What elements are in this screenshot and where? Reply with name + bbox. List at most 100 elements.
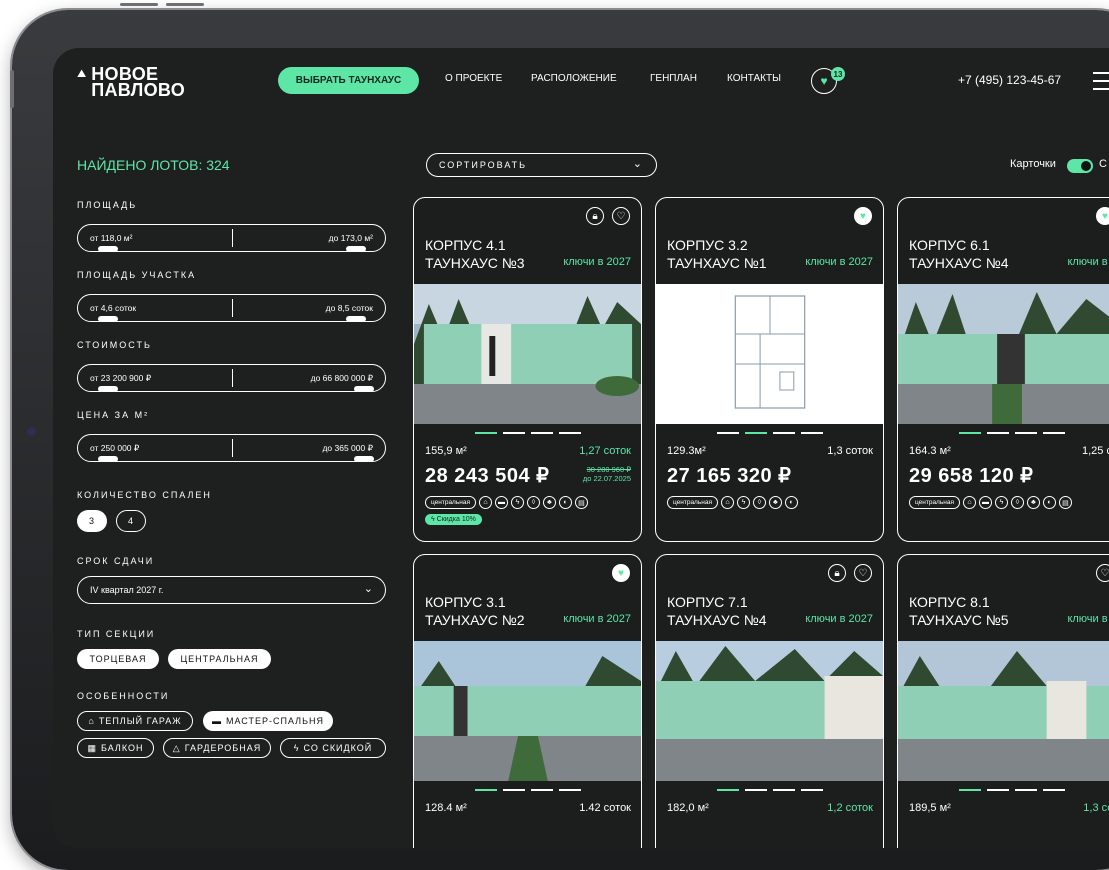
area-range-slider[interactable]: от 118,0 м² до 173,0 м²	[77, 224, 386, 252]
tree-icon: ♣	[768, 496, 782, 509]
feature-master-bedroom-chip[interactable]: ▬ МАСТЕР-СПАЛЬНЯ	[203, 711, 333, 731]
lightning-icon: ϟ	[293, 743, 300, 753]
nav-contacts[interactable]: КОНТАКТЫ	[727, 73, 781, 84]
section-central-chip[interactable]: ЦЕНТРАЛЬНАЯ	[168, 649, 271, 669]
townhouse-photo	[898, 284, 1109, 424]
nav-about[interactable]: О ПРОЕКТЕ	[445, 73, 502, 84]
slider-handle-max[interactable]	[346, 246, 366, 252]
view-icon: ◐	[1042, 496, 1056, 509]
card-plot: 1.42 соток	[579, 802, 631, 814]
choose-townhouse-button[interactable]: ВЫБРАТЬ ТАУНХАУС	[278, 67, 419, 94]
image-pagination[interactable]	[414, 789, 641, 791]
card-title: КОРПУС 8.1 ТАУНХАУС №5	[909, 594, 1009, 628]
card-plot: 1,2 соток	[827, 802, 873, 814]
card-old-price: 30 280 960 ₽ до 22.07.2025	[582, 465, 631, 483]
lot-card[interactable]: ♥ КОРПУС 6.1 ТАУНХАУС №4 ключи в 202 164…	[897, 197, 1109, 542]
feature-warm-garage-chip[interactable]: ⌂ ТЕПЛЫЙ ГАРАЖ	[77, 711, 193, 731]
heart-icon[interactable]: ♡	[1096, 564, 1109, 582]
features-label: ОСОБЕННОСТИ	[77, 691, 170, 701]
heart-icon[interactable]: ♡	[612, 207, 630, 225]
range-from: от 23 200 900 ₽	[90, 373, 152, 383]
card-area: 182,0 м²	[667, 802, 709, 814]
camera-icon	[27, 427, 36, 436]
drop-icon: ◊	[1010, 496, 1024, 509]
card-title: КОРПУС 4.1 ТАУНХАУС №3	[425, 237, 525, 271]
found-lots-count: НАЙДЕНО ЛОТОВ: 324	[77, 157, 230, 173]
card-title: КОРПУС 3.2 ТАУНХАУС №1	[667, 237, 767, 271]
tree-icon: ♣	[542, 496, 556, 509]
card-title: КОРПУС 7.1 ТАУНХАУС №4	[667, 594, 767, 628]
logo[interactable]: ⛰ НОВОЕ ПАВЛОВО	[77, 65, 185, 99]
drop-icon: ◊	[526, 496, 540, 509]
range-to: до 66 800 000 ₽	[310, 373, 373, 383]
feature-balcony-chip[interactable]: ▦ БАЛКОН	[77, 738, 154, 758]
window-icon: ▤	[574, 496, 588, 509]
slider-handle-max[interactable]	[354, 386, 374, 392]
drop-icon: ◊	[752, 496, 766, 509]
plot-range-slider[interactable]: от 4,6 соток до 8,5 соток	[77, 294, 386, 322]
section-end-chip[interactable]: ТОРЦЕВАЯ	[77, 649, 159, 669]
sort-dropdown[interactable]: СОРТИРОВАТЬ ⌄	[426, 153, 657, 177]
view-toggle[interactable]	[1067, 159, 1093, 173]
image-pagination[interactable]	[898, 432, 1109, 434]
price-per-sqm-range-slider[interactable]: от 250 000 ₽ до 365 000 ₽	[77, 434, 386, 462]
card-keys-date: ключи в 202	[1067, 256, 1109, 268]
feature-wardrobe-chip[interactable]: △ ГАРДЕРОБНАЯ	[163, 738, 271, 758]
nav-location[interactable]: РАСПОЛОЖЕНИЕ	[531, 73, 617, 84]
slider-handle-min[interactable]	[98, 386, 118, 392]
phone-link[interactable]: +7 (495) 123-45-67	[958, 73, 1061, 87]
range-from: от 250 000 ₽	[90, 443, 140, 453]
range-from: от 118,0 м²	[90, 233, 133, 243]
heart-icon: ♥	[820, 74, 828, 88]
cost-range-slider[interactable]: от 23 200 900 ₽ до 66 800 000 ₽	[77, 364, 386, 392]
screen: ⛰ НОВОЕ ПАВЛОВО ВЫБРАТЬ ТАУНХАУС О ПРОЕК…	[53, 48, 1109, 848]
heart-icon[interactable]: ♥	[1096, 207, 1109, 225]
card-title: КОРПУС 6.1 ТАУНХАУС №4	[909, 237, 1009, 271]
image-pagination[interactable]	[414, 432, 641, 434]
bedrooms-label: КОЛИЧЕСТВО СПАЛЕН	[77, 490, 212, 500]
sort-label: СОРТИРОВАТЬ	[439, 160, 528, 170]
image-pagination[interactable]	[656, 432, 883, 434]
plot-label: ПЛОЩАДЬ УЧАСТКА	[77, 270, 197, 280]
slider-handle-min[interactable]	[98, 456, 118, 462]
slider-handle-min[interactable]	[98, 246, 118, 252]
lock-icon[interactable]: 🔒︎	[586, 207, 604, 225]
card-keys-date: ключи в 2027	[563, 613, 631, 625]
lot-card[interactable]: ♥ КОРПУС 3.1 ТАУНХАУС №2 ключи в 2027 12…	[413, 554, 642, 848]
card-plot: 1,27 соток	[579, 445, 631, 457]
view-cards-label: Карточки	[1010, 158, 1056, 170]
garage-icon: ⌂	[962, 496, 976, 509]
range-from: от 4,6 соток	[90, 303, 137, 313]
cost-label: СТОИМОСТЬ	[77, 340, 152, 350]
deadline-select[interactable]: IV квартал 2027 г. ⌄	[77, 576, 386, 604]
heart-icon[interactable]: ♥	[612, 564, 630, 582]
slider-handle-max[interactable]	[354, 456, 374, 462]
feature-discount-chip[interactable]: ϟ СО СКИДКОЙ	[280, 738, 386, 758]
lot-card[interactable]: 🔒︎ ♡ КОРПУС 7.1 ТАУНХАУС №4 ключи в 2027…	[655, 554, 884, 848]
slider-handle-min[interactable]	[98, 316, 118, 322]
range-to: до 173,0 м²	[328, 233, 373, 243]
lot-card[interactable]: 🔒︎ ♡ КОРПУС 4.1 ТАУНХАУС №3 ключи в 2027…	[413, 197, 642, 542]
heart-icon[interactable]: ♥	[854, 207, 872, 225]
device-side-button	[10, 70, 14, 108]
area-label: ПЛОЩАДЬ	[77, 200, 138, 210]
lot-card[interactable]: ♥ КОРПУС 3.2 ТАУНХАУС №1 ключи в 2027 12…	[655, 197, 884, 542]
window-icon: ▤	[1058, 496, 1072, 509]
garage-icon: ⌂	[88, 716, 95, 726]
bedrooms-3-chip[interactable]: 3	[77, 510, 107, 532]
slider-handle-max[interactable]	[346, 316, 366, 322]
heart-icon[interactable]: ♡	[854, 564, 872, 582]
bedrooms-4-chip[interactable]: 4	[116, 510, 146, 532]
hamburger-menu-icon[interactable]	[1093, 72, 1109, 96]
nav-masterplan[interactable]: ГЕНПЛАН	[650, 73, 697, 84]
card-price: 28 243 504 ₽	[425, 465, 550, 487]
view-other-label: С	[1099, 158, 1107, 170]
deadline-label: СРОК СДАЧИ	[77, 556, 155, 566]
lot-card[interactable]: ♡ КОРПУС 8.1 ТАУНХАУС №5 ключи в 202 189…	[897, 554, 1109, 848]
lock-icon[interactable]: 🔒︎	[828, 564, 846, 582]
card-plot: 1,25 сото	[1082, 445, 1109, 457]
image-pagination[interactable]	[898, 789, 1109, 791]
garage-icon: ⌂	[478, 496, 492, 509]
image-pagination[interactable]	[656, 789, 883, 791]
floor-plan-image	[656, 284, 883, 424]
